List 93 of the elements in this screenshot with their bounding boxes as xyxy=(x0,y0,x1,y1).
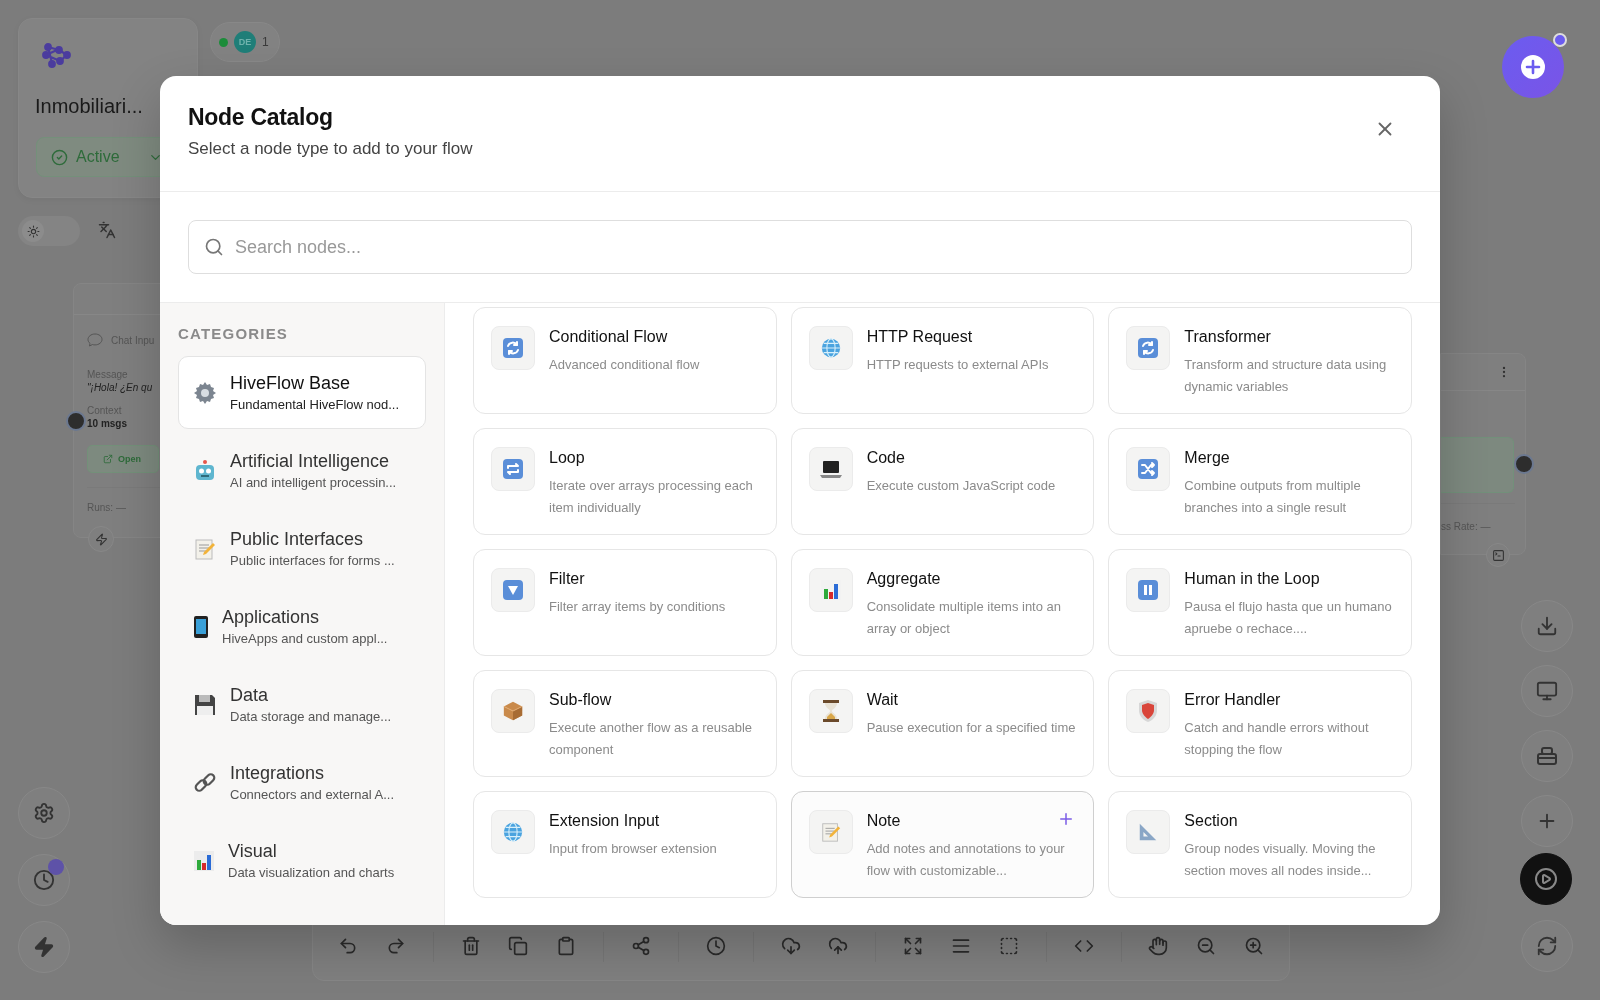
sun-icon xyxy=(26,224,40,238)
node-card[interactable]: Note Add notes and annotations to your flow with customizable... xyxy=(790,791,1095,898)
logo-icon xyxy=(41,43,71,69)
bar-chart-icon xyxy=(193,849,215,872)
list-icon xyxy=(951,936,972,956)
node-card[interactable]: Loop Iterate over arrays processing each item individually xyxy=(473,428,777,535)
trash-icon xyxy=(460,936,481,956)
phone-icon xyxy=(193,614,209,639)
node-card[interactable]: Section Group nodes visually. Moving the section moves all nodes inside... xyxy=(1108,791,1412,898)
share-icon xyxy=(630,936,651,956)
check-circle-icon xyxy=(51,148,68,166)
stack-icon xyxy=(1535,744,1559,768)
refresh-icon xyxy=(501,336,525,360)
cloud-download-icon xyxy=(780,936,801,956)
node-card[interactable]: Transformer Transform and structure data using dynamic variables xyxy=(1108,307,1412,414)
category-item[interactable]: Visual Data visualization and charts xyxy=(178,824,426,897)
copy-icon xyxy=(508,936,529,956)
dialog-title: Node Catalog xyxy=(188,104,333,131)
repeat-icon xyxy=(501,457,525,481)
plus-circle-icon xyxy=(1520,54,1546,80)
clock-icon xyxy=(705,936,726,956)
terminal-button[interactable] xyxy=(1486,543,1510,567)
user-avatar: DE xyxy=(234,31,256,53)
hourglass-icon xyxy=(820,699,841,723)
categories-heading: CATEGORIES xyxy=(178,325,290,342)
link-icon xyxy=(193,770,217,795)
connection-handle[interactable] xyxy=(1514,454,1534,474)
bolt-icon xyxy=(33,936,55,958)
settings-button[interactable] xyxy=(18,787,70,839)
node-card[interactable]: Sub-flow Execute another flow as a reusable component xyxy=(473,670,777,777)
category-item[interactable]: Applications HiveApps and custom appl... xyxy=(178,590,426,663)
history-button[interactable] xyxy=(18,854,70,906)
category-item[interactable]: Artificial Intelligence AI and intelligent processin... xyxy=(178,434,426,507)
play-icon xyxy=(1534,867,1558,891)
user-count: 1 xyxy=(262,35,269,49)
refresh-icon xyxy=(1136,336,1161,360)
run-button[interactable] xyxy=(1520,853,1572,905)
clock-icon xyxy=(33,869,55,891)
node-card[interactable]: Merge Combine outputs from multiple branches into a single result xyxy=(1108,428,1412,535)
search-field[interactable]: Search nodes... xyxy=(188,220,1412,274)
field-value: "¡Hola! ¿En qu xyxy=(87,382,154,393)
external-link-icon xyxy=(103,454,113,464)
package-icon xyxy=(502,700,524,722)
pause-icon xyxy=(1136,578,1161,602)
zoom-out-icon xyxy=(1196,936,1217,956)
refresh-icon xyxy=(1536,935,1558,957)
shuffle-icon xyxy=(1136,457,1161,481)
workflow-name: Inmobiliari... xyxy=(35,95,143,117)
node-card[interactable]: Extension Input Input from browser extension xyxy=(473,791,777,898)
category-item[interactable]: Data Data storage and manage... xyxy=(178,668,426,741)
cloud-upload-icon xyxy=(828,936,849,956)
selection-icon xyxy=(998,936,1019,956)
node-card[interactable]: Filter Filter array items by conditions xyxy=(473,549,777,656)
node-card[interactable]: Wait Pause execution for a specified time xyxy=(790,670,1095,777)
download-icon xyxy=(1536,615,1558,637)
translate-icon[interactable] xyxy=(98,221,116,239)
stack-button[interactable] xyxy=(1521,730,1573,782)
node-card[interactable]: HTTP Request HTTP requests to external APIs xyxy=(790,307,1095,414)
node-card[interactable]: Code Execute custom JavaScript code xyxy=(790,428,1095,535)
clipboard-icon xyxy=(556,936,577,956)
node-card[interactable]: Error Handler Catch and handle errors without stopping the flow xyxy=(1108,670,1412,777)
execute-button[interactable] xyxy=(18,921,70,973)
field-value: 10 msgs xyxy=(87,418,129,429)
category-item[interactable]: Public Interfaces Public interfaces for forms ... xyxy=(178,512,426,585)
terminal-icon xyxy=(1491,548,1505,562)
gear-icon xyxy=(193,380,217,405)
globe-icon xyxy=(819,337,842,359)
globe-icon xyxy=(502,821,524,843)
expand-icon xyxy=(903,936,924,956)
search-icon xyxy=(204,237,224,257)
node-card[interactable]: Human in the Loop Pausa el flujo hasta que un humano apruebe o rechace.... xyxy=(1108,549,1412,656)
robot-icon xyxy=(193,458,217,483)
laptop-icon xyxy=(818,458,843,480)
dialog-subtitle: Select a node type to add to your flow xyxy=(188,139,473,159)
notepad-icon xyxy=(819,821,842,843)
category-item[interactable]: HiveFlow Base Fundamental HiveFlow nod... xyxy=(178,356,426,429)
download-button[interactable] xyxy=(1521,600,1573,652)
settings-icon xyxy=(33,802,55,824)
bolt-icon xyxy=(94,532,108,546)
notepad-icon xyxy=(193,536,217,561)
undo-icon xyxy=(337,936,358,956)
monitor-button[interactable] xyxy=(1521,665,1573,717)
monitor-icon xyxy=(1536,680,1558,702)
refresh-button[interactable] xyxy=(1521,920,1573,972)
chat-bubble-icon xyxy=(87,333,103,347)
category-item[interactable]: Integrations Connectors and external A... xyxy=(178,746,426,819)
theme-toggle[interactable] xyxy=(18,216,80,246)
node-card[interactable]: Aggregate Consolidate multiple items into an array or object xyxy=(790,549,1095,656)
hand-icon xyxy=(1148,936,1169,956)
node-card[interactable]: Conditional Flow Advanced conditional flow xyxy=(473,307,777,414)
shield-icon xyxy=(1137,699,1160,723)
connection-handle[interactable] xyxy=(66,411,86,431)
zoom-in-icon xyxy=(1244,936,1265,956)
